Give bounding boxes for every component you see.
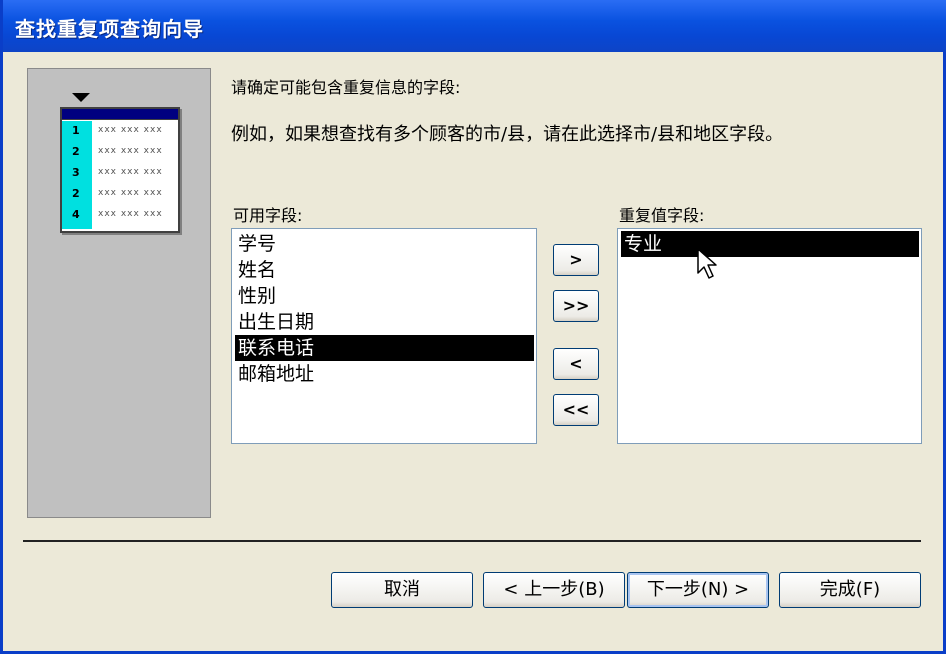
list-item[interactable]: 性别 — [235, 283, 534, 309]
duplicate-fields-label: 重复值字段: — [619, 206, 705, 225]
add-field-button[interactable]: > — [553, 244, 599, 276]
title-bar[interactable]: 查找重复项查询向导 — [3, 0, 946, 52]
preview-row: 2 xxx xxx xxx — [62, 142, 178, 163]
available-fields-list[interactable]: 学号 姓名 性别 出生日期 联系电话 邮箱地址 — [231, 228, 537, 444]
instruction-text: 请确定可能包含重复信息的字段: — [231, 78, 461, 97]
preview-row: 4 xxx xxx xxx — [62, 205, 178, 226]
list-item[interactable]: 姓名 — [235, 257, 534, 283]
table-header — [62, 109, 178, 120]
back-button[interactable]: < 上一步(B) — [483, 572, 625, 608]
row-number: 1 — [72, 124, 80, 137]
duplicate-fields-list[interactable]: 专业 — [617, 228, 922, 444]
remove-all-fields-button[interactable]: << — [553, 394, 599, 426]
duplicate-table-illustration: 1 xxx xxx xxx 2 xxx xxx xxx 3 xxx xxx xxx 2… — [60, 107, 180, 233]
row-number: 2 — [72, 187, 80, 200]
list-item-selected[interactable]: 联系电话 — [235, 335, 534, 361]
mouse-cursor-icon — [697, 248, 717, 279]
row-number: 3 — [72, 166, 80, 179]
list-item-selected[interactable]: 专业 — [621, 231, 919, 257]
preview-row: 3 xxx xxx xxx — [62, 163, 178, 184]
down-arrow-icon — [72, 93, 90, 102]
preview-row: 1 xxx xxx xxx — [62, 121, 178, 142]
window-title: 查找重复项查询向导 — [15, 17, 204, 41]
wizard-window: 查找重复项查询向导 1 xxx xxx xxx 2 xxx xxx xxx 3 xxx… — [0, 0, 946, 654]
preview-panel: 1 xxx xxx xxx 2 xxx xxx xxx 3 xxx xxx xxx 2… — [27, 68, 211, 518]
list-item[interactable]: 邮箱地址 — [235, 361, 534, 387]
add-all-fields-button[interactable]: >> — [553, 290, 599, 322]
list-item[interactable]: 学号 — [235, 231, 534, 257]
cancel-button[interactable]: 取消 — [331, 572, 473, 608]
finish-button[interactable]: 完成(F) — [779, 572, 921, 608]
row-number: 4 — [72, 208, 80, 221]
preview-row: 2 xxx xxx xxx — [62, 184, 178, 205]
row-cells: xxx xxx xxx — [98, 167, 163, 177]
next-button[interactable]: 下一步(N) > — [627, 572, 769, 608]
row-cells: xxx xxx xxx — [98, 146, 163, 156]
remove-field-button[interactable]: < — [553, 348, 599, 380]
row-cells: xxx xxx xxx — [98, 125, 163, 135]
row-number: 2 — [72, 145, 80, 158]
footer-divider — [23, 540, 921, 542]
list-item[interactable]: 出生日期 — [235, 309, 534, 335]
example-text: 例如，如果想查找有多个顾客的市/县，请在此选择市/县和地区字段。 — [231, 124, 784, 145]
row-cells: xxx xxx xxx — [98, 188, 163, 198]
available-fields-label: 可用字段: — [233, 206, 303, 225]
row-cells: xxx xxx xxx — [98, 209, 163, 219]
